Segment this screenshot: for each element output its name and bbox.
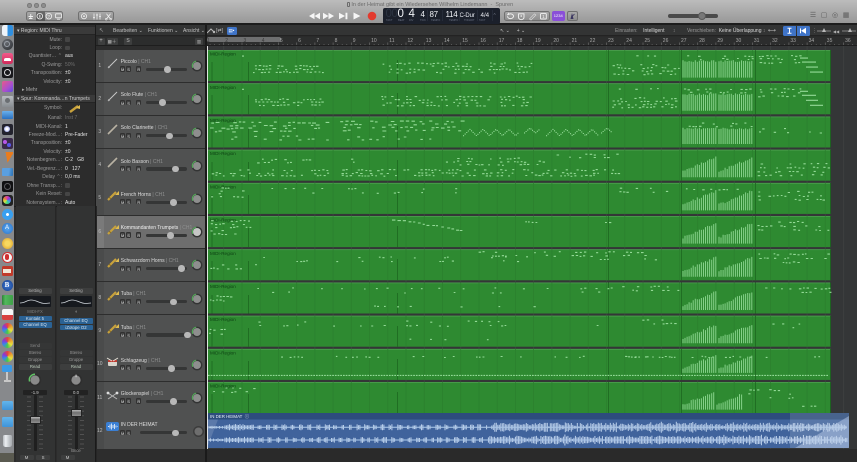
svg-text:IN DER HEIMAT ⓘ: IN DER HEIMAT ⓘ <box>210 413 250 420</box>
svg-text:MIDI-Region: MIDI-Region <box>210 184 236 189</box>
svg-text:1: 1 <box>542 14 545 19</box>
svg-text:MIDI-Region: MIDI-Region <box>210 284 236 289</box>
svg-text:MIDI-Region: MIDI-Region <box>210 350 236 355</box>
svg-text:MIDI-Region: MIDI-Region <box>210 317 236 322</box>
svg-text:MIDI-Region: MIDI-Region <box>210 52 236 57</box>
svg-text:MIDI-Region: MIDI-Region <box>210 151 236 156</box>
svg-text:MIDI-Region: MIDI-Region <box>210 251 236 256</box>
svg-text:MIDI-Region: MIDI-Region <box>210 118 236 123</box>
svg-text:MIDI-Region: MIDI-Region <box>210 85 236 90</box>
